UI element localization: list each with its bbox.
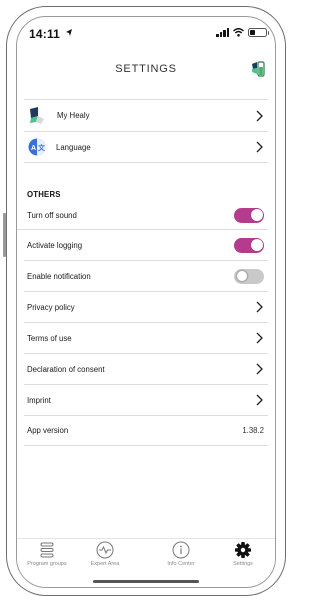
tab-label: Settings bbox=[233, 561, 253, 567]
tab-label: Info Center bbox=[167, 561, 195, 567]
turn-off-sound-toggle[interactable] bbox=[234, 207, 264, 223]
tab-label: Expert Area bbox=[90, 561, 120, 567]
chevron-right-icon bbox=[256, 141, 263, 153]
screen: 14:11 SETTINGS My Healy A 文 Language OTH… bbox=[16, 16, 276, 588]
my-healy-label: My Healy bbox=[57, 111, 90, 120]
declaration-of-consent-row[interactable]: Declaration of consent bbox=[24, 354, 268, 385]
activate-logging-row: Activate logging bbox=[24, 230, 268, 261]
imprint-label: Imprint bbox=[27, 395, 51, 405]
signal-icon bbox=[216, 28, 229, 37]
language-label: Language bbox=[56, 142, 91, 152]
enable-notification-toggle[interactable] bbox=[234, 268, 264, 284]
imprint-row[interactable]: Imprint bbox=[24, 385, 268, 416]
tab-settings[interactable]: Settings bbox=[213, 541, 273, 567]
gear-icon bbox=[235, 542, 251, 558]
turn-off-sound-row: Turn off sound bbox=[17, 201, 268, 230]
healy-logo-icon bbox=[30, 106, 44, 124]
terms-of-use-row[interactable]: Terms of use bbox=[24, 323, 268, 354]
bottom-tab-bar: Program groups Expert Area Info Center S… bbox=[17, 538, 275, 587]
wifi-icon bbox=[233, 28, 244, 37]
battery-icon bbox=[248, 28, 269, 37]
activate-logging-toggle[interactable] bbox=[234, 237, 264, 253]
svg-text:A: A bbox=[31, 145, 36, 152]
program-groups-icon bbox=[40, 542, 54, 558]
tab-expert-area[interactable]: Expert Area bbox=[75, 541, 135, 567]
chevron-right-icon bbox=[256, 332, 263, 344]
enable-notification-row: Enable notification bbox=[24, 261, 268, 292]
chevron-right-icon bbox=[256, 363, 263, 375]
home-indicator[interactable] bbox=[93, 580, 199, 583]
info-center-icon bbox=[172, 541, 190, 559]
turn-off-sound-label: Turn off sound bbox=[27, 210, 77, 220]
app-version-label: App version bbox=[27, 426, 69, 435]
page-title: SETTINGS bbox=[115, 63, 177, 75]
status-icons bbox=[216, 28, 269, 37]
activate-logging-label: Activate logging bbox=[27, 240, 83, 250]
declaration-of-consent-label: Declaration of consent bbox=[27, 364, 105, 374]
privacy-policy-row[interactable]: Privacy policy bbox=[24, 292, 268, 323]
location-arrow-icon bbox=[66, 29, 72, 36]
language-row[interactable]: A 文 Language bbox=[24, 132, 268, 163]
device-battery-icon[interactable] bbox=[250, 59, 266, 79]
privacy-policy-label: Privacy policy bbox=[27, 302, 75, 312]
tab-program-groups[interactable]: Program groups bbox=[17, 541, 77, 567]
chevron-right-icon bbox=[256, 110, 263, 121]
app-version-row: App version 1.38.2 bbox=[24, 416, 268, 446]
my-healy-row[interactable]: My Healy bbox=[24, 100, 268, 132]
terms-of-use-label: Terms of use bbox=[27, 333, 72, 343]
chevron-right-icon bbox=[256, 394, 263, 406]
status-bar: 14:11 bbox=[17, 17, 275, 45]
status-time: 14:11 bbox=[29, 27, 61, 41]
svg-text:文: 文 bbox=[38, 143, 46, 152]
chevron-right-icon bbox=[256, 301, 263, 313]
others-section-title: OTHERS bbox=[27, 190, 61, 199]
tab-info-center[interactable]: Info Center bbox=[151, 541, 211, 567]
expert-area-icon bbox=[96, 541, 114, 559]
enable-notification-label: Enable notification bbox=[27, 271, 91, 281]
app-version-value: 1.38.2 bbox=[242, 426, 264, 435]
language-icon: A 文 bbox=[28, 138, 46, 156]
tab-label: Program groups bbox=[27, 561, 67, 567]
